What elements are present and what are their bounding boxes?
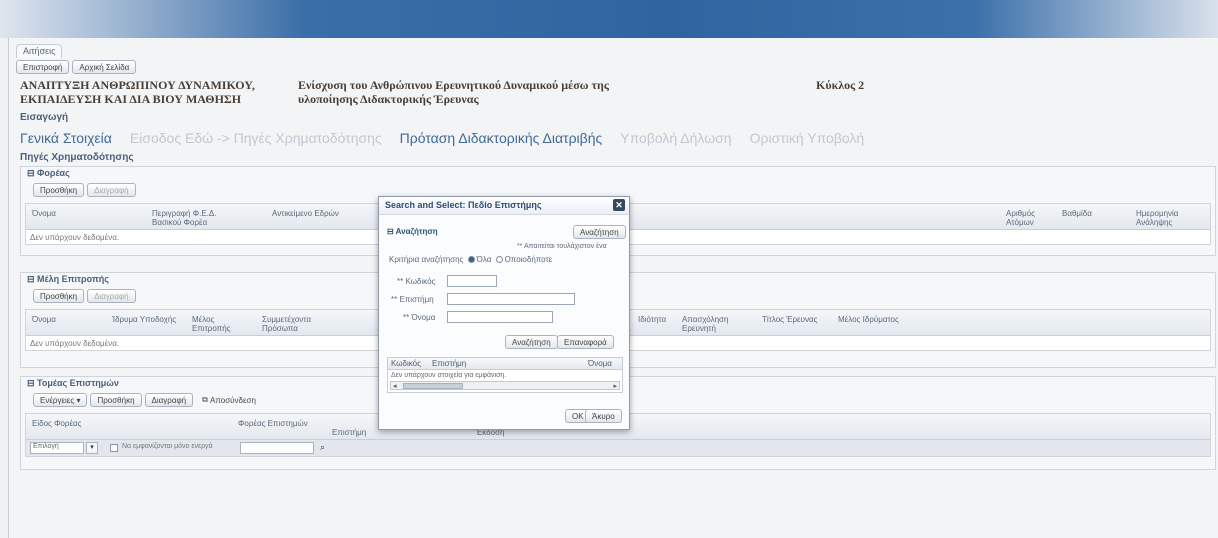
section-organization-title: Φορέας: [37, 168, 70, 178]
step-final-submit[interactable]: Οριστική Υποβολή: [750, 130, 865, 146]
col-science-body[interactable]: Φορέας Επιστημών: [238, 419, 308, 428]
radio-any-label: Οποιοδήποτε: [504, 255, 553, 264]
active-checkbox[interactable]: [110, 444, 118, 452]
search-header-label: Αναζήτηση: [395, 227, 438, 236]
funding-sources-title: Πηγές Χρηματοδότησης: [20, 152, 134, 163]
home-button[interactable]: Αρχική Σελίδα: [72, 60, 137, 74]
col-name[interactable]: Όνομα: [32, 315, 56, 324]
detach-label: Αποσύνδεση: [210, 395, 256, 405]
col-research-title[interactable]: Τίτλος Έρευνας: [762, 315, 817, 324]
section-committee-title: Μέλη Επιτροπής: [37, 274, 109, 284]
back-button[interactable]: Επιστροφή: [16, 60, 70, 74]
search-button[interactable]: Αναζήτηση: [505, 335, 558, 349]
code-input[interactable]: [447, 275, 497, 287]
action-title: Ενίσχυση του Ανθρώπινου Ερευνητικού Δυνα…: [298, 78, 609, 106]
cancel-button[interactable]: Άκυρο: [585, 409, 622, 423]
detach-button[interactable]: ⧉ Αποσύνδεση: [196, 393, 262, 407]
close-icon[interactable]: ✕: [613, 199, 625, 211]
science-label: ** Επιστήμη: [391, 295, 434, 304]
science-name-input[interactable]: [447, 293, 575, 305]
search-icon[interactable]: ⌕: [320, 442, 332, 454]
checkbox-label: Να εμφανίζονται μόνο ενεργά: [122, 443, 213, 450]
dialog-title-bar: Search and Select: Πεδίο Επιστήμης ✕: [379, 197, 629, 215]
wizard-steps: Γενικά Στοιχεία Είσοδος Εδώ -> Πηγές Χρη…: [20, 130, 864, 146]
step-proposal[interactable]: Πρόταση Διδακτορικής Διατριβής: [400, 130, 603, 146]
results-empty: Δεν υπάρχουν στοιχεία για εμφάνιση.: [391, 372, 507, 379]
science-input[interactable]: [240, 442, 314, 454]
chevron-down-icon[interactable]: ▾: [86, 442, 98, 454]
col-science[interactable]: Επιστήμη: [432, 359, 466, 368]
section-label: Εισαγωγή: [20, 112, 69, 123]
dialog-title: Search and Select: Πεδίο Επιστήμης: [385, 200, 542, 210]
scroll-thumb[interactable]: [403, 383, 463, 389]
step-funding[interactable]: Είσοδος Εδώ -> Πηγές Χρηματοδότησης: [130, 130, 382, 146]
delete-button[interactable]: Διαγραφή: [87, 289, 136, 303]
detach-icon: ⧉: [202, 395, 211, 404]
col-date[interactable]: Ημερομηνία Ανάληψης: [1136, 209, 1206, 227]
table-row: Επιλογή ▾ Να εμφανίζονται μόνο ενεργά ⌕: [26, 440, 1210, 456]
col-committee-member[interactable]: Μέλος Επιτροπής: [192, 315, 242, 333]
col-name[interactable]: Όνομα: [588, 359, 612, 368]
actions-menu[interactable]: Ενέργειες ▾: [33, 393, 88, 407]
type-select[interactable]: Επιλογή: [30, 442, 84, 454]
col-science[interactable]: Επιστήμη: [332, 428, 366, 437]
col-persons[interactable]: Αριθμός Ατόμων: [1006, 209, 1046, 227]
section-organization-header[interactable]: ⊟ Φορέας: [21, 167, 1215, 181]
top-toolbar: Επιστροφή Αρχική Σελίδα: [16, 60, 137, 74]
col-subject[interactable]: Αντικείμενο Εδρών: [272, 209, 339, 218]
delete-button[interactable]: Διαγραφή: [144, 393, 194, 407]
step-general[interactable]: Γενικά Στοιχεία: [20, 130, 112, 146]
radio-all-label: Όλα: [476, 255, 492, 264]
collapse-icon[interactable]: ⊟: [27, 274, 37, 284]
search-header[interactable]: ⊟ Αναζήτηση: [387, 227, 438, 236]
scroll-left-icon[interactable]: ◂: [393, 382, 397, 390]
step-declaration[interactable]: Υποβολή Δήλωση: [620, 130, 731, 146]
col-rank[interactable]: Βαθμίδα: [1062, 209, 1092, 218]
col-institution-member[interactable]: Μέλος Ιδρύματος: [838, 315, 899, 324]
horizontal-scrollbar[interactable]: ◂ ▸: [390, 381, 620, 390]
col-employment[interactable]: Απασχόληση Ερευνητή: [682, 315, 752, 333]
reset-button[interactable]: Επαναφορά: [557, 335, 614, 349]
collapse-icon[interactable]: ⊟: [27, 378, 37, 388]
search-go-button[interactable]: Αναζήτηση: [573, 225, 626, 239]
required-hint: ** Απαιτείται τουλάχιστον ένα: [517, 243, 607, 250]
name-input[interactable]: [447, 311, 553, 323]
cycle-label: Κύκλος 2: [816, 78, 865, 92]
collapse-icon[interactable]: ⊟: [27, 168, 37, 178]
criteria-label: Κριτήρια αναζήτησης: [389, 255, 464, 264]
add-button[interactable]: Προσθήκη: [33, 289, 85, 303]
col-description[interactable]: Περιγραφή Φ.Ε.Δ. Βασικού Φορέα: [152, 209, 232, 227]
results-table: Κωδικός Επιστήμη Όνομα Δεν υπάρχουν στοι…: [387, 357, 623, 393]
results-header: Κωδικός Επιστήμη Όνομα: [388, 358, 622, 370]
add-button[interactable]: Προσθήκη: [90, 393, 142, 407]
delete-button[interactable]: Διαγραφή: [87, 183, 136, 197]
col-host-institution[interactable]: Ίδρυμα Υποδοχής: [112, 315, 176, 324]
programme-title: ΑΝΑΠΤΥΞΗ ΑΝΘΡΩΠΙΝΟΥ ΔΥΝΑΜΙΚΟΥ, ΕΚΠΑΙΔΕΥΣ…: [20, 78, 255, 106]
col-capacity[interactable]: Ιδιότητα: [638, 315, 678, 324]
breadcrumb-tab[interactable]: Αιτήσεις: [16, 44, 63, 58]
radio-any[interactable]: [495, 256, 503, 264]
section-science-title: Τομέας Επιστημών: [37, 378, 119, 388]
radio-all[interactable]: [467, 256, 475, 264]
col-participants[interactable]: Συμμετέχοντα Πρόσωπα: [262, 315, 322, 333]
col-name[interactable]: Όνομα: [32, 209, 56, 218]
app-header-bar: [0, 0, 1218, 38]
criteria-row: Κριτήρια αναζήτησης Όλα Οποιοδήποτε: [389, 255, 552, 264]
col-code[interactable]: Κωδικός: [391, 359, 421, 368]
search-select-dialog: Search and Select: Πεδίο Επιστήμης ✕ ⊟ Α…: [378, 196, 630, 430]
code-label: ** Κωδικός: [397, 277, 436, 286]
add-button[interactable]: Προσθήκη: [33, 183, 85, 197]
scroll-right-icon[interactable]: ▸: [613, 382, 617, 390]
col-type[interactable]: Είδος Φορέας: [32, 419, 82, 428]
name-label: ** Όνομα: [403, 313, 436, 322]
actions-label: Ενέργειες: [40, 395, 75, 405]
